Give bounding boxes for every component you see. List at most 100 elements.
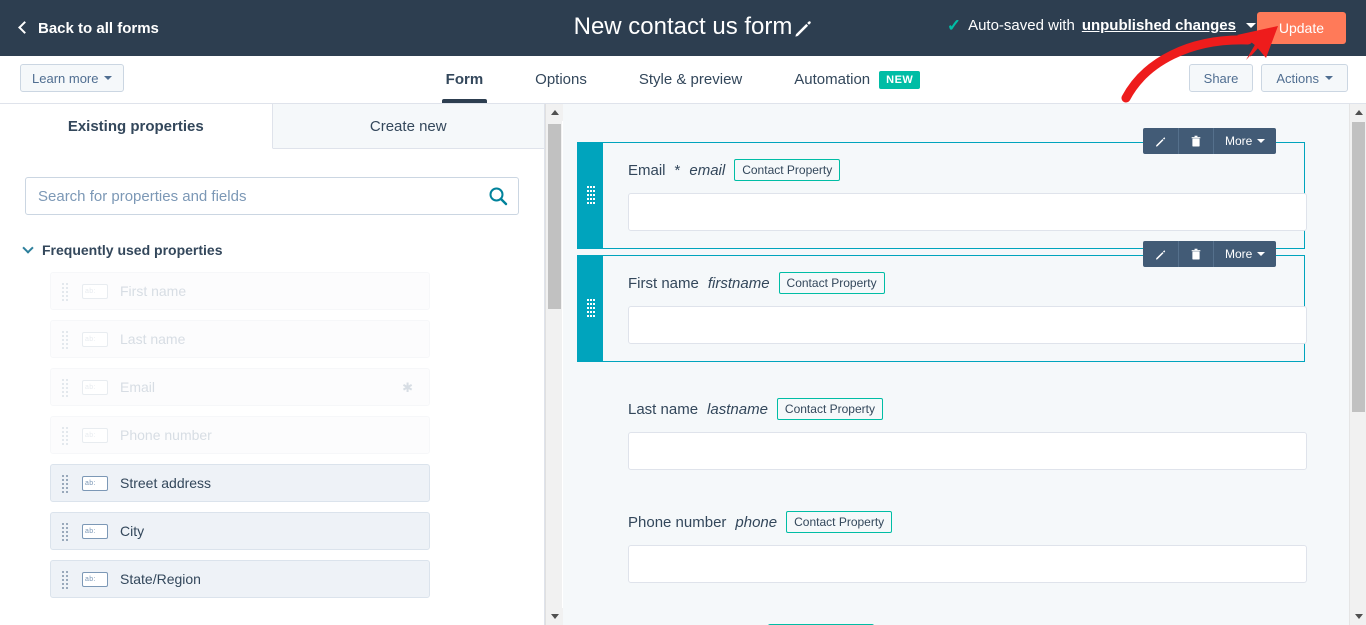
back-to-all-forms-label: Back to all forms — [38, 19, 159, 37]
form-canvas: Email * email Contact Property More Firs… — [563, 104, 1349, 625]
caret-down-icon[interactable] — [1246, 23, 1256, 28]
field-internal-name: lastname — [707, 400, 768, 418]
search-input[interactable] — [25, 177, 519, 215]
delete-field-button[interactable] — [1179, 241, 1214, 267]
tab-form[interactable]: Form — [420, 56, 510, 103]
list-item[interactable]: ab: Phone number — [50, 416, 430, 454]
form-field-email[interactable]: Email * email Contact Property — [577, 142, 1307, 249]
editor-tabs: Form Options Style & preview Automation … — [0, 56, 1366, 103]
edit-title-pencil-icon[interactable] — [792, 17, 814, 39]
field-internal-name: email — [689, 161, 726, 179]
drag-handle-icon[interactable] — [578, 256, 603, 361]
drag-handle-icon[interactable] — [62, 475, 69, 493]
tab-create-new-label: Create new — [369, 117, 447, 135]
list-item-label: Last name — [120, 331, 186, 347]
trash-icon — [1191, 248, 1201, 260]
field-label: Phone number — [628, 513, 727, 531]
drag-handle-icon[interactable] — [62, 283, 69, 301]
edit-field-button[interactable] — [1143, 128, 1179, 154]
list-item[interactable]: ab: Last name — [50, 320, 430, 358]
triangle-up-icon — [550, 110, 559, 115]
delete-field-button[interactable] — [1179, 128, 1214, 154]
form-field-firstname[interactable]: First name firstname Contact Property — [577, 255, 1307, 362]
scroll-up-button[interactable] — [546, 104, 563, 121]
drag-handle-icon[interactable] — [62, 379, 69, 397]
tab-options-label: Options — [535, 71, 587, 88]
field-input-lastname[interactable] — [628, 432, 1307, 470]
frequently-used-properties-group-header[interactable]: Frequently used properties — [22, 242, 544, 258]
scroll-up-button[interactable] — [1350, 104, 1366, 121]
text-field-icon: ab: — [82, 428, 108, 443]
list-item-label: Email — [120, 379, 156, 395]
list-item[interactable]: ab: State/Region — [50, 560, 430, 598]
pencil-icon — [1156, 249, 1166, 260]
field-label: Email — [628, 161, 666, 179]
list-item[interactable]: ab: Email ✱ — [50, 368, 430, 406]
text-field-icon: ab: — [82, 284, 108, 299]
form-field-message[interactable]: Message message Contact Property — [577, 608, 1305, 625]
triangle-down-icon — [1354, 614, 1363, 619]
tab-form-label: Form — [445, 71, 484, 88]
tab-style-preview-label: Style & preview — [638, 71, 743, 88]
drag-handle-icon[interactable] — [62, 427, 69, 445]
field-input-email[interactable] — [628, 193, 1307, 231]
autosave-status: ✓ Auto-saved with unpublished changes — [947, 17, 1256, 34]
required-indicator: ✱ — [402, 380, 413, 395]
actions-button[interactable]: Actions — [1261, 64, 1348, 92]
field-internal-name: firstname — [707, 274, 770, 292]
list-item[interactable]: ab: First name — [50, 272, 430, 310]
scrollbar-thumb[interactable] — [548, 124, 561, 309]
field-input-firstname[interactable] — [628, 306, 1307, 344]
contact-property-chip: Contact Property — [786, 511, 893, 533]
triangle-up-icon — [1354, 110, 1363, 115]
contact-property-chip: Contact Property — [734, 159, 841, 181]
field-input-phone[interactable] — [628, 545, 1307, 583]
list-item[interactable]: ab: City — [50, 512, 430, 550]
more-button[interactable]: More — [1214, 128, 1276, 154]
new-badge: NEW — [879, 70, 921, 89]
tab-style-preview[interactable]: Style & preview — [613, 56, 768, 103]
unpublished-changes-link[interactable]: unpublished changes — [1082, 17, 1236, 34]
more-label: More — [1225, 247, 1253, 261]
share-button[interactable]: Share — [1188, 64, 1254, 92]
tab-existing-properties[interactable]: Existing properties — [0, 104, 273, 149]
field-label-row: Last name lastname Contact Property — [628, 398, 1291, 420]
form-field-phone[interactable]: Phone number phone Contact Property — [577, 495, 1307, 595]
tab-options[interactable]: Options — [509, 56, 613, 103]
share-label: Share — [1203, 70, 1239, 86]
form-field-lastname[interactable]: Last name lastname Contact Property — [577, 382, 1307, 482]
chevron-down-icon — [22, 242, 34, 254]
tab-create-new[interactable]: Create new — [272, 104, 544, 149]
text-field-icon: ab: — [82, 572, 108, 587]
drag-handle-icon[interactable] — [62, 571, 69, 589]
chevron-left-icon — [18, 21, 31, 34]
list-item[interactable]: ab: Street address — [50, 464, 430, 502]
drag-handle-icon[interactable] — [578, 143, 603, 248]
list-item-label: City — [120, 523, 145, 539]
check-icon: ✓ — [946, 16, 962, 35]
scroll-down-button[interactable] — [546, 608, 563, 625]
more-label: More — [1225, 134, 1253, 148]
search-icon[interactable] — [487, 185, 509, 207]
field-label: First name — [628, 274, 699, 292]
tab-automation[interactable]: Automation NEW — [768, 56, 946, 103]
properties-panel-scrollbar[interactable] — [545, 104, 563, 625]
tab-automation-label: Automation — [794, 71, 871, 88]
property-list: ab: First name ab: Last name ab: Email ✱… — [0, 272, 544, 598]
field-label-row: Phone number phone Contact Property — [628, 511, 1291, 533]
top-bar: Back to all forms New contact us form ✓ … — [0, 0, 1366, 56]
scrollbar-thumb[interactable] — [1352, 122, 1365, 412]
back-to-all-forms-link[interactable]: Back to all forms — [18, 19, 159, 37]
canvas-scrollbar[interactable] — [1349, 104, 1366, 625]
tab-existing-properties-label: Existing properties — [67, 117, 204, 135]
more-button[interactable]: More — [1214, 241, 1276, 267]
form-editor-app: Back to all forms New contact us form ✓ … — [0, 0, 1366, 625]
autosave-prefix-label: Auto-saved with — [968, 17, 1075, 34]
update-button[interactable]: Update — [1256, 12, 1346, 44]
edit-field-button[interactable] — [1143, 241, 1179, 267]
drag-handle-icon[interactable] — [62, 331, 69, 349]
drag-handle-icon[interactable] — [62, 523, 69, 541]
text-field-icon: ab: — [82, 380, 108, 395]
text-field-icon: ab: — [82, 476, 108, 491]
scroll-down-button[interactable] — [1350, 608, 1366, 625]
